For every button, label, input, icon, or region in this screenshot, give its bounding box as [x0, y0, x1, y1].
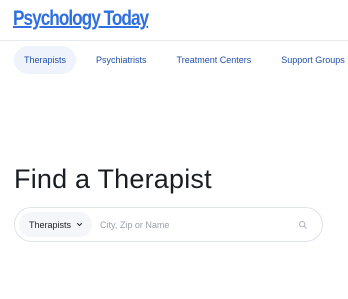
nav-item-label: Treatment Centers	[176, 55, 252, 65]
nav-item-label: Psychiatrists	[96, 55, 147, 65]
psychology-today-logo[interactable]: Psychology Today	[13, 6, 149, 32]
nav-item-psychiatrists[interactable]: Psychiatrists	[96, 46, 147, 74]
nav-item-treatment-centers[interactable]: Treatment Centers	[177, 46, 252, 74]
chevron-down-icon	[76, 222, 83, 227]
main-nav: Therapists Psychiatrists Treatment Cente…	[14, 46, 345, 74]
provider-type-dropdown[interactable]: Therapists	[19, 212, 93, 237]
location-search-input[interactable]	[100, 219, 286, 230]
nav-item-label: Support Groups	[281, 55, 345, 65]
search-bar: Therapists	[14, 207, 323, 242]
nav-item-support-groups[interactable]: Support Groups	[281, 46, 345, 74]
page-title: Find a Therapist	[14, 164, 212, 194]
header-divider	[0, 40, 348, 41]
provider-type-label: Therapists	[29, 219, 72, 230]
search-icon[interactable]	[298, 220, 308, 230]
nav-item-label: Therapists	[24, 55, 67, 65]
page: Psychology Today Therapists Psychiatrist…	[0, 0, 348, 299]
nav-item-therapists[interactable]: Therapists	[14, 46, 77, 74]
site-header: Psychology Today	[0, 0, 348, 40]
